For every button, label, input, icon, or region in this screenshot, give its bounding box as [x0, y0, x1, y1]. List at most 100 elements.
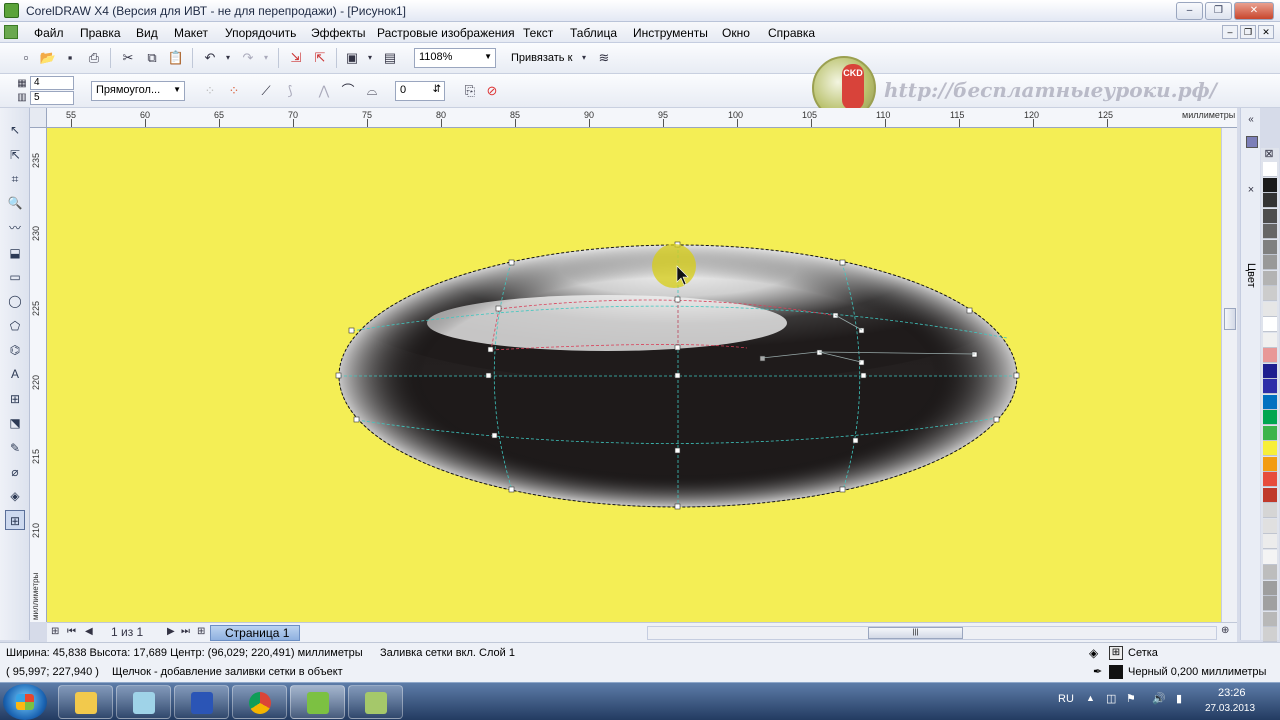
freehand-tool-icon[interactable]: 〰 [5, 218, 25, 238]
color-swatch[interactable] [1263, 224, 1277, 239]
zoom-level-combo[interactable]: 1108% ▼ [414, 48, 496, 68]
smart-fill-tool-icon[interactable]: ⬓ [5, 243, 25, 263]
redo-dropdown-icon[interactable]: ▾ [256, 48, 276, 68]
menu-layout[interactable]: Макет [174, 26, 208, 40]
mesh-columns-spinner[interactable]: 5 [30, 91, 74, 105]
welcome-screen-icon[interactable]: ▤ [380, 48, 400, 68]
taskbar-explorer[interactable] [58, 685, 113, 719]
vertical-scrollbar[interactable] [1221, 128, 1237, 622]
doc-close-button[interactable]: ✕ [1258, 25, 1274, 39]
parallel-dimension-tool-icon[interactable]: ⬔ [5, 413, 25, 433]
zoom-navigator-icon[interactable]: ⊕ [1221, 625, 1229, 636]
last-page-icon[interactable]: ⏭ [181, 626, 190, 637]
menu-text[interactable]: Текст [523, 26, 553, 40]
delete-node-icon[interactable]: ⁘ [224, 81, 244, 101]
options-icon[interactable]: ≋ [594, 48, 614, 68]
menu-bitmaps[interactable]: Растровые изображения [377, 26, 515, 40]
color-swatch[interactable] [1263, 363, 1277, 379]
fill-bucket-icon[interactable]: ◈ [1089, 646, 1098, 660]
selection-mode-combo[interactable]: Прямоугол... ▼ [91, 81, 185, 101]
color-swatch[interactable] [1263, 565, 1277, 580]
color-swatch[interactable] [1263, 317, 1277, 332]
color-swatch[interactable] [1263, 487, 1277, 503]
previous-page-icon[interactable]: ◀ [85, 626, 93, 637]
vertical-ruler[interactable]: 235 230 225 220 215 210 миллиметры [30, 128, 47, 622]
ellipse-tool-icon[interactable]: ◯ [5, 291, 25, 311]
menu-tools[interactable]: Инструменты [633, 26, 708, 40]
new-document-icon[interactable]: ▫ [16, 48, 36, 68]
launcher-dropdown-icon[interactable]: ▾ [360, 48, 380, 68]
minimize-button[interactable]: ‒ [1176, 2, 1203, 20]
vertical-scroll-thumb[interactable] [1224, 308, 1236, 330]
color-swatch[interactable] [1263, 503, 1277, 518]
language-indicator[interactable]: RU [1058, 693, 1074, 705]
save-icon[interactable]: ▪ [60, 48, 80, 68]
coreldraw-app-icon[interactable] [4, 3, 19, 18]
document-icon[interactable] [4, 25, 18, 39]
doc-minimize-button[interactable]: ‒ [1222, 25, 1238, 39]
clear-mesh-icon[interactable]: ⊘ [482, 81, 502, 101]
color-swatch[interactable] [1263, 627, 1277, 642]
polygon-tool-icon[interactable]: ⬠ [5, 316, 25, 336]
taskbar-save[interactable] [174, 685, 229, 719]
snap-dropdown-icon[interactable]: ▾ [574, 48, 594, 68]
menu-edit[interactable]: Правка [80, 26, 121, 40]
smooth-node-icon[interactable]: ⌒ [338, 81, 358, 101]
color-swatch[interactable] [1263, 332, 1277, 348]
curve-smoothness-field[interactable]: 0 ⇵ [395, 81, 445, 101]
text-tool-icon[interactable]: A [5, 364, 25, 384]
outline-color-swatch[interactable] [1109, 665, 1123, 679]
color-swatch[interactable] [1263, 549, 1277, 565]
export-icon[interactable]: ⇱ [310, 48, 330, 68]
pick-tool-icon[interactable]: ↖ [5, 120, 25, 140]
copy-icon[interactable]: ⧉ [142, 48, 162, 68]
color-docker-tab[interactable]: « Цвет × [1240, 108, 1260, 640]
horizontal-scroll-thumb[interactable]: ||| [868, 627, 963, 639]
menu-effects[interactable]: Эффекты [311, 26, 366, 40]
color-swatch[interactable] [1263, 270, 1277, 286]
open-folder-icon[interactable]: 📂 [38, 48, 58, 68]
first-page-icon[interactable]: ⏮ [67, 626, 76, 637]
table-tool-icon[interactable]: ⊞ [5, 389, 25, 409]
cusp-node-icon[interactable]: ⋀ [314, 81, 334, 101]
signal-icon[interactable]: ▮ [1176, 692, 1182, 705]
redo-icon[interactable]: ↷ [238, 48, 258, 68]
color-swatch[interactable] [1263, 596, 1277, 611]
mesh-fill-icon[interactable]: ⊞ [1109, 646, 1123, 660]
color-swatch[interactable] [1263, 394, 1277, 410]
add-page-icon[interactable]: ⊞ [51, 626, 59, 637]
clock-time[interactable]: 23:26 [1218, 687, 1246, 699]
color-swatch[interactable] [1263, 456, 1277, 472]
clock-date[interactable]: 27.03.2013 [1205, 703, 1255, 714]
color-swatch[interactable] [1263, 239, 1277, 255]
to-curve-icon[interactable]: ⟆ [280, 81, 300, 101]
tray-expand-icon[interactable]: ▲ [1086, 693, 1095, 703]
application-launcher-icon[interactable]: ▣ [342, 48, 362, 68]
color-swatch[interactable] [1263, 286, 1277, 301]
to-line-icon[interactable]: ⟋ [256, 81, 276, 101]
color-swatch[interactable] [1263, 534, 1277, 549]
menu-window[interactable]: Окно [722, 26, 750, 40]
taskbar-chrome[interactable] [232, 685, 287, 719]
basic-shapes-tool-icon[interactable]: ⌬ [5, 340, 25, 360]
color-swatch[interactable] [1263, 177, 1277, 193]
taskbar-coreldraw[interactable] [290, 685, 345, 719]
doc-restore-button[interactable]: ❐ [1240, 25, 1256, 39]
symmetrical-node-icon[interactable]: ⌓ [362, 81, 382, 101]
undo-dropdown-icon[interactable]: ▾ [218, 48, 238, 68]
mesh-rows-spinner[interactable]: 4 [30, 76, 74, 90]
ruler-origin[interactable] [30, 108, 47, 128]
menu-view[interactable]: Вид [136, 26, 158, 40]
add-node-icon[interactable]: ⁘ [200, 81, 220, 101]
color-swatch[interactable] [1263, 301, 1277, 317]
paste-icon[interactable]: 📋 [166, 48, 186, 68]
add-page-after-icon[interactable]: ⊞ [197, 626, 205, 637]
pick-color-icon[interactable]: ⎘ [460, 81, 480, 101]
maximize-button[interactable]: ❐ [1205, 2, 1232, 20]
volume-icon[interactable]: 🔊 [1152, 692, 1166, 705]
color-swatch[interactable] [1263, 193, 1277, 208]
snap-to-button[interactable]: Привязать к [511, 52, 572, 64]
mesh-fill-tool-icon[interactable]: ⊞ [5, 510, 25, 530]
rectangle-tool-icon[interactable]: ▭ [5, 267, 25, 287]
cut-icon[interactable]: ✂ [118, 48, 138, 68]
